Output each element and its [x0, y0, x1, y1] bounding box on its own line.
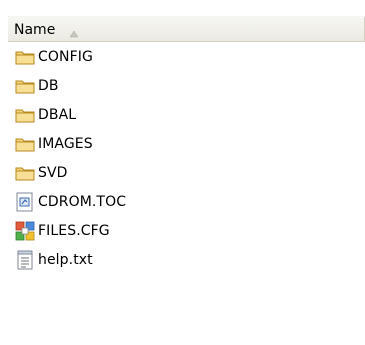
- text-file-icon: [14, 249, 36, 271]
- config-file-icon: [14, 220, 36, 242]
- list-item-images[interactable]: IMAGES: [8, 129, 365, 158]
- list-item-cdrom-toc[interactable]: CDROM.TOC: [8, 187, 365, 216]
- file-name: CDROM.TOC: [38, 193, 127, 210]
- file-name: help.txt: [38, 251, 93, 268]
- sort-ascending-icon: [69, 26, 79, 37]
- name-column-label: Name: [14, 21, 56, 38]
- list-item-svd[interactable]: SVD: [8, 158, 365, 187]
- list-item-files-cfg[interactable]: FILES.CFG: [8, 216, 365, 245]
- list-item-dbal[interactable]: DBAL: [8, 100, 365, 129]
- folder-icon: [14, 75, 36, 97]
- file-name: DB: [38, 77, 59, 94]
- folder-icon: [14, 133, 36, 155]
- folder-icon: [14, 162, 36, 184]
- file-name: CONFIG: [38, 48, 93, 65]
- list-item-help-txt[interactable]: help.txt: [8, 245, 365, 274]
- column-header-bar: Name: [8, 16, 365, 42]
- file-list: CONFIG DB DBAL IMAGES SVD CDROM.TOC FILE…: [8, 42, 365, 274]
- left-edge: [0, 0, 8, 345]
- file-name: DBAL: [38, 106, 77, 123]
- file-name: IMAGES: [38, 135, 93, 152]
- toc-file-icon: [14, 191, 36, 213]
- name-column-header[interactable]: Name: [8, 17, 365, 42]
- folder-icon: [14, 104, 36, 126]
- list-item-db[interactable]: DB: [8, 71, 365, 100]
- file-list-window: Name CONFIG DB DBAL IMAGES SVD CDROM.TOC…: [0, 0, 365, 345]
- file-name: FILES.CFG: [38, 222, 110, 239]
- list-item-config[interactable]: CONFIG: [8, 42, 365, 71]
- folder-icon: [14, 46, 36, 68]
- file-name: SVD: [38, 164, 68, 181]
